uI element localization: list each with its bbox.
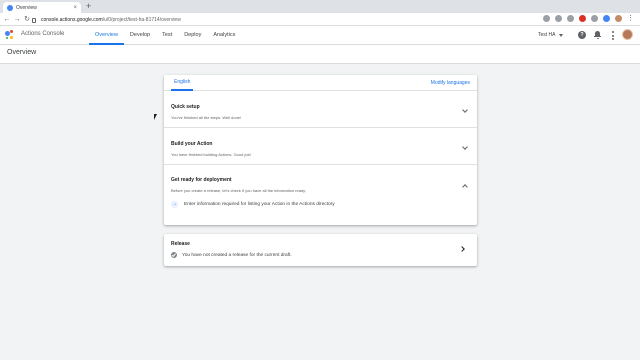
extension-icon[interactable] — [591, 15, 598, 22]
extension-icon[interactable] — [555, 15, 562, 22]
chevron-up-icon[interactable] — [462, 184, 468, 190]
nav-overview[interactable]: Overview — [89, 26, 124, 45]
favicon-icon — [7, 4, 13, 11]
nav-test[interactable]: Test — [156, 26, 178, 45]
language-tabs: English Modify languages — [164, 75, 477, 91]
reload-icon[interactable]: ↻ — [22, 16, 32, 23]
check-circle-icon — [171, 252, 177, 258]
release-message: You have not created a release for the c… — [182, 252, 292, 258]
brand-name: Actions Console — [21, 31, 65, 37]
browser-menu-icon[interactable]: ⋮ — [627, 15, 634, 22]
nav-develop[interactable]: Develop — [124, 26, 156, 45]
avatar[interactable] — [622, 29, 633, 40]
section-subtitle: You've finished all the steps. Well done… — [171, 115, 242, 120]
close-tab-icon[interactable]: × — [73, 5, 77, 11]
section-subtitle: Before you create a release, let's check… — [171, 188, 306, 193]
extension-icon[interactable] — [579, 15, 586, 22]
nav-deploy[interactable]: Deploy — [178, 26, 207, 45]
deployment-task[interactable]: → Enter information required for listing… — [171, 200, 335, 209]
section-quick-setup[interactable]: Quick setup You've finished all the step… — [164, 91, 477, 128]
back-icon[interactable]: ← — [2, 16, 12, 23]
tab-title: Overview — [16, 4, 37, 11]
project-selector[interactable]: Test HA — [538, 32, 563, 38]
new-tab-button[interactable]: + — [86, 1, 91, 12]
release-card[interactable]: Release You have not created a release f… — [164, 234, 477, 266]
url-text: console.actions.google.com/u/0/project/t… — [41, 16, 181, 23]
extension-icons: ⋮ — [543, 15, 634, 22]
release-title: Release — [171, 241, 190, 247]
release-status: You have not created a release for the c… — [171, 252, 292, 258]
section-subtitle: You have finished building Actions. Good… — [171, 152, 251, 157]
lock-icon — [32, 18, 36, 23]
main-nav: Overview Develop Test Deploy Analytics — [89, 26, 241, 45]
caret-down-icon — [558, 33, 563, 37]
nav-analytics[interactable]: Analytics — [207, 26, 241, 45]
browser-tab[interactable]: Overview × — [3, 2, 81, 13]
browser-tabstrip: Overview × + — [0, 0, 640, 13]
project-name: Test HA — [538, 32, 556, 38]
assistant-logo-icon — [5, 30, 15, 40]
address-bar[interactable]: console.actions.google.com/u/0/project/t… — [32, 15, 552, 24]
task-label: Enter information required for listing y… — [184, 202, 335, 207]
bell-icon[interactable] — [594, 31, 601, 39]
page-title: Overview — [7, 49, 37, 56]
section-build-action[interactable]: Build your Action You have finished buil… — [164, 128, 477, 165]
app-header: Actions Console Overview Develop Test De… — [0, 26, 640, 45]
chevron-down-icon[interactable] — [462, 107, 468, 113]
forward-icon[interactable]: → — [12, 16, 22, 23]
profile-icon[interactable] — [615, 15, 622, 22]
arrow-forward-icon: → — [171, 201, 178, 208]
section-deployment[interactable]: Get ready for deployment Before you crea… — [164, 165, 477, 224]
chevron-right-icon[interactable] — [459, 246, 465, 252]
section-title: Quick setup — [171, 104, 200, 110]
modify-languages-link[interactable]: Modify languages — [431, 75, 470, 91]
extension-icon[interactable] — [603, 15, 610, 22]
section-title: Get ready for deployment — [171, 177, 232, 183]
extension-icon[interactable] — [567, 15, 574, 22]
more-vert-icon[interactable] — [611, 31, 614, 40]
section-title: Build your Action — [171, 141, 213, 147]
overview-card: English Modify languages Quick setup You… — [164, 75, 477, 225]
help-icon[interactable]: ? — [578, 31, 586, 39]
chevron-down-icon[interactable] — [462, 144, 468, 150]
mouse-cursor-icon — [154, 114, 157, 120]
extension-icon[interactable] — [543, 15, 550, 22]
page-title-bar: Overview — [0, 45, 640, 64]
tab-english[interactable]: English — [171, 75, 194, 91]
browser-toolbar: ← → ↻ console.actions.google.com/u/0/pro… — [0, 13, 640, 26]
